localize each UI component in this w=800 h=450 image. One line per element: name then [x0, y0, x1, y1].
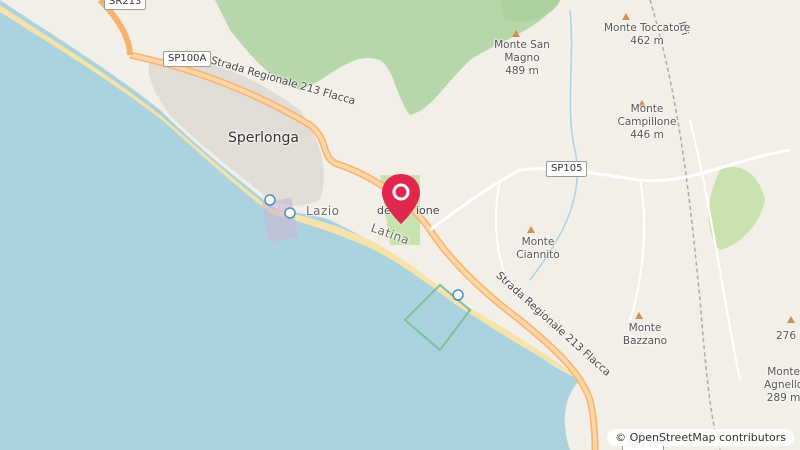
- peak-label: Monte San Magno 489 m: [492, 39, 552, 78]
- peak-label: Monte Bazzano: [620, 322, 670, 348]
- peak-icon: [787, 316, 795, 323]
- road-secondary: [689, 119, 741, 381]
- town-label: Sperlonga: [228, 130, 299, 146]
- location-pin-icon[interactable]: [380, 172, 422, 226]
- peak-elevation: 462 m: [630, 35, 664, 47]
- peak-icon: [622, 13, 630, 20]
- peak-name: Monte Ciannito: [516, 236, 560, 261]
- peak-elevation: 276 m: [776, 330, 800, 342]
- peak-label: Monte Ciannito: [513, 236, 563, 262]
- map-view[interactable]: Sperlonga Lazio Latina to de ione SR213 …: [0, 0, 800, 450]
- road-shield-sp100a: SP100A: [163, 51, 212, 67]
- peak-name: Monte Agnello: [764, 366, 800, 391]
- poi-circle: [284, 207, 296, 219]
- peak-name: Monte San Magno: [494, 39, 550, 64]
- peak-label: Monte Campillone 446 m: [612, 103, 682, 142]
- poi-circle: [452, 289, 464, 301]
- attribution[interactable]: © OpenStreetMap contributors: [607, 429, 794, 446]
- peak-elevation: 489 m: [505, 65, 539, 77]
- peak-icon: [527, 226, 535, 233]
- peak-label: Monte Agnello 289 m: [764, 366, 800, 405]
- forest-area: [708, 166, 765, 250]
- road-shield-sr213: SR213: [104, 0, 147, 10]
- forest-area: [500, 0, 560, 22]
- peak-name: Monte Toccatore: [604, 22, 691, 34]
- peak-elevation: 446 m: [630, 129, 664, 141]
- road-shield-sp105: SP105: [546, 161, 588, 177]
- peak-label: 276 m: [776, 330, 800, 343]
- peak-name: Monte Bazzano: [622, 322, 668, 347]
- peak-name: Monte Campillone: [617, 103, 677, 128]
- peak-label: Monte Toccatore 462 m: [604, 22, 690, 48]
- peak-icon: [635, 312, 643, 319]
- peak-elevation: 289 m: [766, 392, 800, 404]
- road-secondary: [629, 179, 646, 321]
- region-label: Lazio: [306, 204, 340, 218]
- poi-circle: [264, 194, 276, 206]
